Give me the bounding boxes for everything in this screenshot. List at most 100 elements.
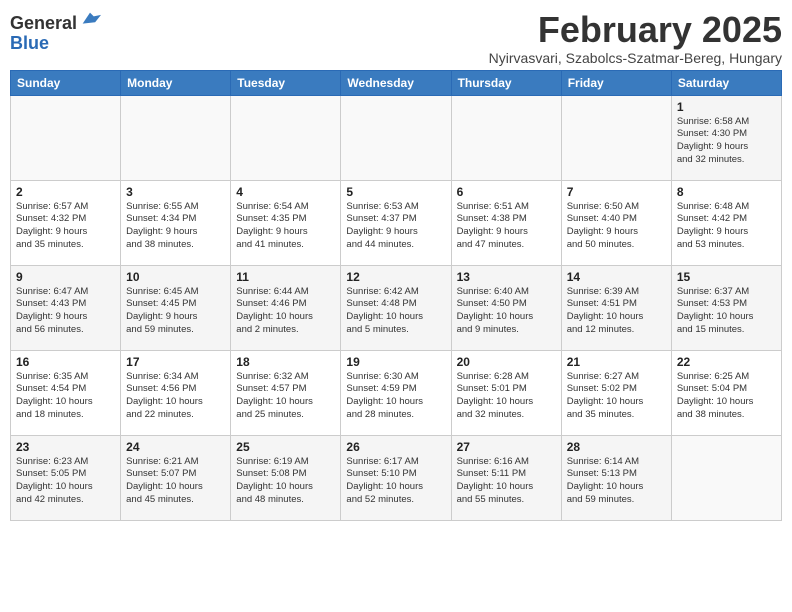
day-number: 26 xyxy=(346,440,445,454)
day-info: Sunrise: 6:58 AM Sunset: 4:30 PM Dayligh… xyxy=(677,116,776,167)
day-info: Sunrise: 6:34 AM Sunset: 4:56 PM Dayligh… xyxy=(126,371,225,422)
day-info: Sunrise: 6:53 AM Sunset: 4:37 PM Dayligh… xyxy=(346,201,445,252)
calendar-cell: 21 Sunrise: 6:27 AM Sunset: 5:02 PM Dayli… xyxy=(561,350,671,435)
calendar-cell: 22 Sunrise: 6:25 AM Sunset: 5:04 PM Dayli… xyxy=(671,350,781,435)
logo-text: General Blue xyxy=(10,14,101,54)
logo: General Blue xyxy=(10,14,101,54)
calendar-cell xyxy=(451,95,561,180)
calendar-cell: 5 Sunrise: 6:53 AM Sunset: 4:37 PM Daylig… xyxy=(341,180,451,265)
day-number: 25 xyxy=(236,440,335,454)
calendar-cell: 1 Sunrise: 6:58 AM Sunset: 4:30 PM Daylig… xyxy=(671,95,781,180)
calendar-cell: 28 Sunrise: 6:14 AM Sunset: 5:13 PM Dayli… xyxy=(561,435,671,520)
calendar-cell: 10Sunrise: 6:45 AM Sunset: 4:45 PM Dayli… xyxy=(121,265,231,350)
day-number: 24 xyxy=(126,440,225,454)
day-number: 28 xyxy=(567,440,666,454)
calendar-cell: 20 Sunrise: 6:28 AM Sunset: 5:01 PM Dayli… xyxy=(451,350,561,435)
day-number: 7 xyxy=(567,185,666,199)
day-number: 3 xyxy=(126,185,225,199)
calendar-cell: 23 Sunrise: 6:23 AM Sunset: 5:05 PM Dayli… xyxy=(11,435,121,520)
calendar-cell xyxy=(671,435,781,520)
location-subtitle: Nyirvasvari, Szabolcs-Szatmar-Bereg, Hun… xyxy=(489,50,782,66)
day-info: Sunrise: 6:14 AM Sunset: 5:13 PM Dayligh… xyxy=(567,456,666,507)
day-number: 27 xyxy=(457,440,556,454)
logo-bird-icon xyxy=(79,9,101,31)
page-header: General Blue February 2025 Nyirvasvari, … xyxy=(10,10,782,66)
calendar-cell: 2Sunrise: 6:57 AM Sunset: 4:32 PM Daylig… xyxy=(11,180,121,265)
calendar-cell: 16 Sunrise: 6:35 AM Sunset: 4:54 PM Dayli… xyxy=(11,350,121,435)
day-info: Sunrise: 6:51 AM Sunset: 4:38 PM Dayligh… xyxy=(457,201,556,252)
day-of-week-header: Thursday xyxy=(451,70,561,95)
day-info: Sunrise: 6:48 AM Sunset: 4:42 PM Dayligh… xyxy=(677,201,776,252)
calendar-cell xyxy=(11,95,121,180)
day-info: Sunrise: 6:32 AM Sunset: 4:57 PM Dayligh… xyxy=(236,371,335,422)
day-info: Sunrise: 6:17 AM Sunset: 5:10 PM Dayligh… xyxy=(346,456,445,507)
calendar-cell: 9Sunrise: 6:47 AM Sunset: 4:43 PM Daylig… xyxy=(11,265,121,350)
day-info: Sunrise: 6:21 AM Sunset: 5:07 PM Dayligh… xyxy=(126,456,225,507)
day-info: Sunrise: 6:30 AM Sunset: 4:59 PM Dayligh… xyxy=(346,371,445,422)
month-title: February 2025 xyxy=(489,10,782,50)
day-number: 14 xyxy=(567,270,666,284)
calendar-cell xyxy=(341,95,451,180)
day-number: 12 xyxy=(346,270,445,284)
day-number: 13 xyxy=(457,270,556,284)
calendar-cell: 17 Sunrise: 6:34 AM Sunset: 4:56 PM Dayli… xyxy=(121,350,231,435)
calendar-cell xyxy=(561,95,671,180)
day-info: Sunrise: 6:27 AM Sunset: 5:02 PM Dayligh… xyxy=(567,371,666,422)
day-number: 23 xyxy=(16,440,115,454)
title-block: February 2025 Nyirvasvari, Szabolcs-Szat… xyxy=(489,10,782,66)
day-number: 16 xyxy=(16,355,115,369)
day-of-week-header: Tuesday xyxy=(231,70,341,95)
day-number: 1 xyxy=(677,100,776,114)
day-info: Sunrise: 6:37 AM Sunset: 4:53 PM Dayligh… xyxy=(677,286,776,337)
day-number: 8 xyxy=(677,185,776,199)
calendar-cell: 25 Sunrise: 6:19 AM Sunset: 5:08 PM Dayli… xyxy=(231,435,341,520)
calendar-cell: 19 Sunrise: 6:30 AM Sunset: 4:59 PM Dayli… xyxy=(341,350,451,435)
day-number: 21 xyxy=(567,355,666,369)
day-info: Sunrise: 6:23 AM Sunset: 5:05 PM Dayligh… xyxy=(16,456,115,507)
day-info: Sunrise: 6:25 AM Sunset: 5:04 PM Dayligh… xyxy=(677,371,776,422)
day-number: 17 xyxy=(126,355,225,369)
day-info: Sunrise: 6:42 AM Sunset: 4:48 PM Dayligh… xyxy=(346,286,445,337)
day-of-week-header: Monday xyxy=(121,70,231,95)
day-info: Sunrise: 6:35 AM Sunset: 4:54 PM Dayligh… xyxy=(16,371,115,422)
calendar-cell: 6 Sunrise: 6:51 AM Sunset: 4:38 PM Daylig… xyxy=(451,180,561,265)
day-info: Sunrise: 6:54 AM Sunset: 4:35 PM Dayligh… xyxy=(236,201,335,252)
day-number: 15 xyxy=(677,270,776,284)
calendar-cell: 27 Sunrise: 6:16 AM Sunset: 5:11 PM Dayli… xyxy=(451,435,561,520)
day-number: 2 xyxy=(16,185,115,199)
day-number: 18 xyxy=(236,355,335,369)
calendar-cell xyxy=(121,95,231,180)
calendar-cell: 4 Sunrise: 6:54 AM Sunset: 4:35 PM Daylig… xyxy=(231,180,341,265)
calendar-cell: 3Sunrise: 6:55 AM Sunset: 4:34 PM Daylig… xyxy=(121,180,231,265)
day-number: 19 xyxy=(346,355,445,369)
day-of-week-header: Wednesday xyxy=(341,70,451,95)
day-info: Sunrise: 6:16 AM Sunset: 5:11 PM Dayligh… xyxy=(457,456,556,507)
day-info: Sunrise: 6:40 AM Sunset: 4:50 PM Dayligh… xyxy=(457,286,556,337)
day-number: 11 xyxy=(236,270,335,284)
calendar-cell: 13 Sunrise: 6:40 AM Sunset: 4:50 PM Dayli… xyxy=(451,265,561,350)
day-info: Sunrise: 6:44 AM Sunset: 4:46 PM Dayligh… xyxy=(236,286,335,337)
day-number: 9 xyxy=(16,270,115,284)
calendar-cell: 8 Sunrise: 6:48 AM Sunset: 4:42 PM Daylig… xyxy=(671,180,781,265)
calendar-cell: 11 Sunrise: 6:44 AM Sunset: 4:46 PM Dayli… xyxy=(231,265,341,350)
day-of-week-header: Friday xyxy=(561,70,671,95)
logo-general-text: General xyxy=(10,14,77,34)
calendar-table: SundayMondayTuesdayWednesdayThursdayFrid… xyxy=(10,70,782,521)
day-number: 20 xyxy=(457,355,556,369)
calendar-cell: 15 Sunrise: 6:37 AM Sunset: 4:53 PM Dayli… xyxy=(671,265,781,350)
calendar-cell: 26 Sunrise: 6:17 AM Sunset: 5:10 PM Dayli… xyxy=(341,435,451,520)
calendar-cell: 14Sunrise: 6:39 AM Sunset: 4:51 PM Dayli… xyxy=(561,265,671,350)
day-of-week-header: Sunday xyxy=(11,70,121,95)
day-number: 6 xyxy=(457,185,556,199)
day-number: 22 xyxy=(677,355,776,369)
day-info: Sunrise: 6:28 AM Sunset: 5:01 PM Dayligh… xyxy=(457,371,556,422)
day-number: 5 xyxy=(346,185,445,199)
calendar-cell: 18 Sunrise: 6:32 AM Sunset: 4:57 PM Dayli… xyxy=(231,350,341,435)
calendar-cell xyxy=(231,95,341,180)
day-info: Sunrise: 6:19 AM Sunset: 5:08 PM Dayligh… xyxy=(236,456,335,507)
calendar-cell: 7 Sunrise: 6:50 AM Sunset: 4:40 PM Daylig… xyxy=(561,180,671,265)
day-number: 4 xyxy=(236,185,335,199)
day-info: Sunrise: 6:45 AM Sunset: 4:45 PM Dayligh… xyxy=(126,286,225,337)
logo-blue-text: Blue xyxy=(10,34,101,54)
day-info: Sunrise: 6:50 AM Sunset: 4:40 PM Dayligh… xyxy=(567,201,666,252)
